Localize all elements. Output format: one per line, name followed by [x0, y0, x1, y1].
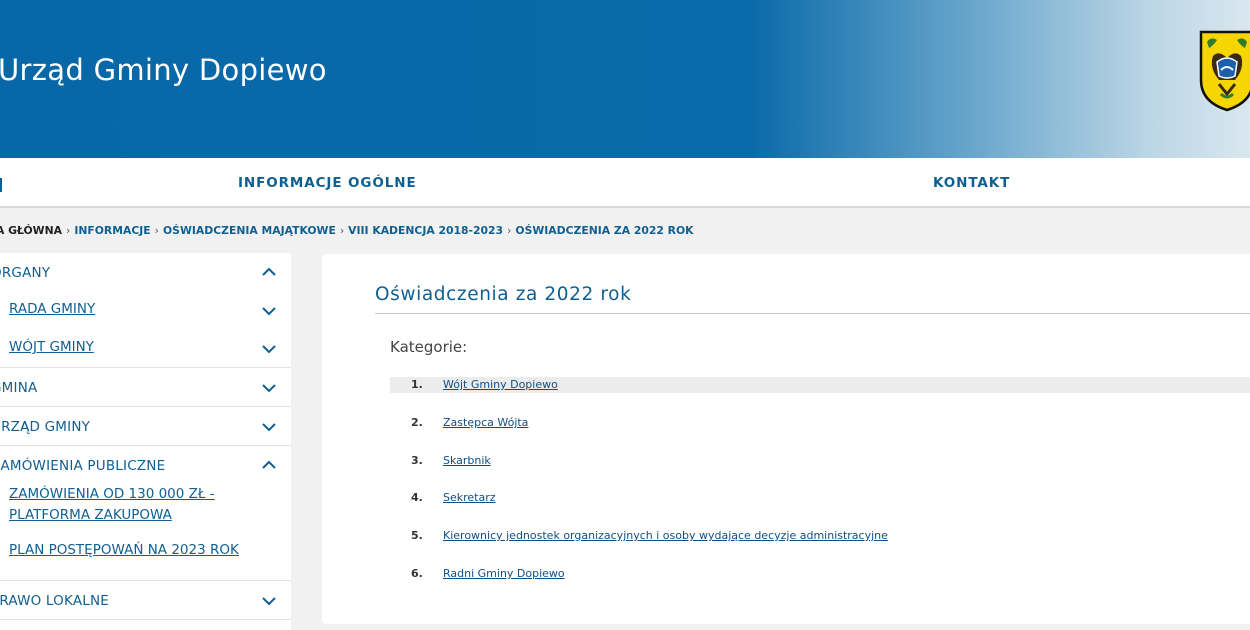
sidebar-group-organy: ORGANY RADA GMINY WÓJT GMINY	[0, 253, 291, 368]
chevron-down-icon[interactable]	[261, 383, 277, 393]
sidebar-item-label: URZĄD GMINY	[0, 419, 91, 435]
list-item[interactable]: 4. Sekretarz	[390, 490, 1250, 506]
chevron-up-icon[interactable]	[261, 267, 277, 277]
sidebar-group-prawo-lokalne: PRAWO LOKALNE	[0, 581, 291, 620]
sidebar-item-gmina[interactable]: GMINA	[0, 368, 291, 406]
sidebar-item-label: GMINA	[0, 380, 38, 396]
category-link[interactable]: Zastępca Wójta	[443, 416, 528, 429]
sidebar-group-gmina: GMINA	[0, 368, 291, 407]
list-item[interactable]: 2. Zastępca Wójta	[390, 415, 1250, 431]
category-link[interactable]: Wójt Gminy Dopiewo	[443, 378, 558, 391]
chevron-down-icon[interactable]	[261, 422, 277, 432]
sidebar: ORGANY RADA GMINY WÓJT GMINY GMINA URZĄD…	[0, 253, 291, 630]
sidebar-item-organy[interactable]: ORGANY	[0, 253, 291, 291]
sidebar-group-urzad-gminy: URZĄD GMINY	[0, 407, 291, 446]
list-item[interactable]: 3. Skarbnik	[390, 453, 1250, 469]
site-header: Urząd Gminy Dopiewo	[0, 0, 1250, 158]
sidebar-item-rada-gminy[interactable]: RADA GMINY	[0, 291, 291, 329]
list-item[interactable]: 6. Radni Gminy Dopiewo	[390, 566, 1250, 582]
sidebar-sub-label[interactable]: RADA GMINY	[9, 299, 95, 320]
page-title: Oświadczenia za 2022 rok	[375, 284, 632, 305]
nav-item-kontakt[interactable]: KONTAKT	[933, 175, 1010, 191]
breadcrumb-kadencja[interactable]: VIII KADENCJA 2018-2023	[348, 224, 503, 237]
category-link[interactable]: Sekretarz	[443, 491, 496, 504]
chevron-up-icon[interactable]	[261, 460, 277, 470]
chevron-right-icon: ›	[66, 224, 71, 237]
chevron-right-icon: ›	[507, 224, 512, 237]
title-divider	[375, 313, 1250, 314]
main-navigation: INFORMACJE OGÓLNE KONTAKT	[0, 158, 1250, 208]
list-item[interactable]: 5. Kierownicy jednostek organizacyjnych …	[390, 528, 1250, 544]
sidebar-item-plan-postepowan[interactable]: PLAN POSTĘPOWAŃ NA 2023 ROK	[0, 542, 291, 579]
sidebar-item-zamowienia-od-130000[interactable]: ZAMÓWIENIA OD 130 000 ZŁ - PLATFORMA ZAK…	[0, 484, 291, 542]
list-item[interactable]: 1. Wójt Gminy Dopiewo	[390, 377, 1250, 393]
chevron-down-icon[interactable]	[261, 596, 277, 606]
sidebar-item-label: ZAMÓWIENIA PUBLICZNE	[0, 458, 166, 474]
coat-of-arms-icon[interactable]	[1199, 28, 1250, 112]
nav-edge-marker	[0, 178, 2, 192]
list-item-number: 5.	[411, 529, 423, 542]
categories-label: Kategorie:	[390, 338, 468, 356]
list-item-number: 1.	[411, 378, 423, 391]
sidebar-sub-label-line2[interactable]: PLATFORMA ZAKUPOWA	[9, 505, 172, 526]
breadcrumb-informacje[interactable]: INFORMACJE	[74, 224, 150, 237]
breadcrumb: STRONA GŁÓWNA ›INFORMACJE›OŚWIADCZENIA M…	[0, 224, 694, 240]
category-link[interactable]: Skarbnik	[443, 454, 491, 467]
sidebar-item-wojt-gminy[interactable]: WÓJT GMINY	[0, 329, 291, 367]
sidebar-sub-label[interactable]: WÓJT GMINY	[9, 337, 94, 358]
site-title[interactable]: Urząd Gminy Dopiewo	[0, 53, 327, 87]
sidebar-item-urzad-gminy[interactable]: URZĄD GMINY	[0, 407, 291, 445]
list-item-number: 2.	[411, 416, 423, 429]
sidebar-item-label: ORGANY	[0, 265, 51, 281]
sidebar-item-zamowienia-publiczne[interactable]: ZAMÓWIENIA PUBLICZNE	[0, 446, 291, 484]
breadcrumb-home[interactable]: STRONA GŁÓWNA	[0, 224, 62, 237]
chevron-right-icon: ›	[154, 224, 159, 237]
sidebar-sub-label[interactable]: ZAMÓWIENIA OD 130 000 ZŁ -	[9, 484, 215, 505]
chevron-down-icon[interactable]	[261, 344, 277, 354]
list-item-number: 6.	[411, 567, 423, 580]
chevron-down-icon[interactable]	[261, 306, 277, 316]
breadcrumb-current: OŚWIADCZENIA ZA 2022 ROK	[515, 224, 694, 237]
sidebar-item-label: PRAWO LOKALNE	[0, 593, 110, 609]
list-item-number: 3.	[411, 454, 423, 467]
breadcrumb-oswiadczenia-majatkowe[interactable]: OŚWIADCZENIA MAJĄTKOWE	[163, 224, 336, 237]
category-link[interactable]: Radni Gminy Dopiewo	[443, 567, 565, 580]
sidebar-group-zamowienia-publiczne: ZAMÓWIENIA PUBLICZNE ZAMÓWIENIA OD 130 0…	[0, 446, 291, 581]
category-link[interactable]: Kierownicy jednostek organizacyjnych i o…	[443, 529, 888, 542]
main-content: Oświadczenia za 2022 rok Kategorie: 1. W…	[322, 254, 1250, 624]
sidebar-sub-label[interactable]: PLAN POSTĘPOWAŃ NA 2023 ROK	[9, 540, 239, 561]
chevron-right-icon: ›	[339, 224, 345, 237]
sidebar-item-prawo-lokalne[interactable]: PRAWO LOKALNE	[0, 581, 291, 619]
nav-item-informacje-ogolne[interactable]: INFORMACJE OGÓLNE	[238, 175, 417, 191]
list-item-number: 4.	[411, 491, 423, 504]
